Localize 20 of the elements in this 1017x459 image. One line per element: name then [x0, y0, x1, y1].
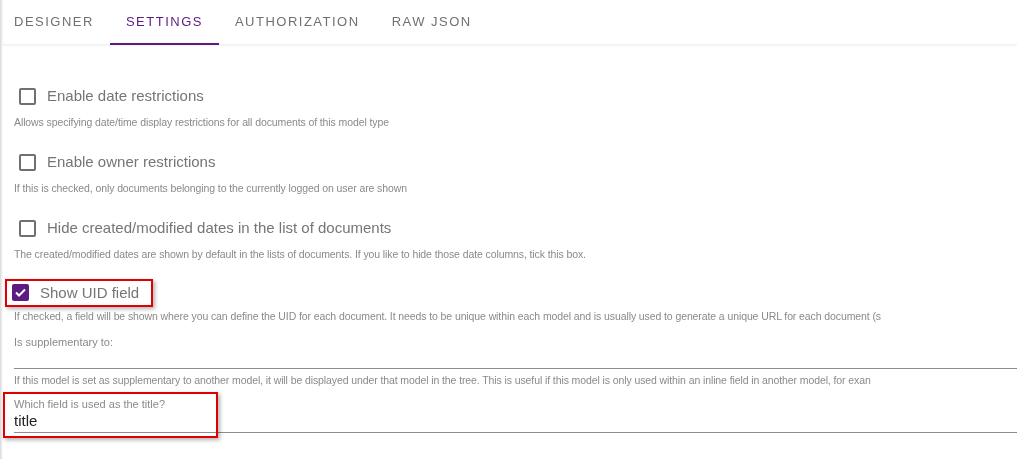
option-description: If checked, a field will be shown where you can define the UID for each document. It needs to be unique within each model and is usually used to generate a unique URL for each document (s [14, 309, 882, 325]
tab[interactable]: RAW JSON [375, 0, 488, 45]
field-label: Is supplementary to: [14, 335, 115, 349]
option-description: If this is checked, only documents belonging to the currently logged on user are shown [14, 180, 408, 196]
text-field[interactable]: title [14, 410, 1017, 433]
checkbox[interactable] [19, 220, 36, 237]
checkbox[interactable] [12, 284, 29, 302]
tab[interactable]: DESIGNER [3, 0, 110, 45]
tab[interactable]: SETTINGS [109, 0, 219, 45]
field-helper-text: If this model is set as supplementary to another model, it will be displayed under that model in the tree. This is useful if this model is only used within an inline field in another model, for exan [14, 373, 872, 388]
option-description: Allows specifying date/time display restrictions for all documents of this model type [14, 114, 390, 130]
checkbox-option[interactable]: Enable owner restrictions [14, 148, 216, 177]
checkbox[interactable] [19, 153, 36, 171]
tab[interactable]: AUTHORIZATION [218, 0, 376, 45]
checkbox-option[interactable]: Hide created/modified dates in the list of documents [14, 214, 392, 243]
checkbox-option[interactable]: Enable date restrictions [14, 82, 204, 110]
field-label: Which field is used as the title? [14, 396, 167, 411]
option-description: The created/modified dates are shown by default in the lists of documents. If you like to hide those date columns, tick this box. [14, 247, 587, 262]
checkbox-option[interactable]: Show UID field [5, 278, 154, 307]
checkbox[interactable] [19, 87, 36, 105]
